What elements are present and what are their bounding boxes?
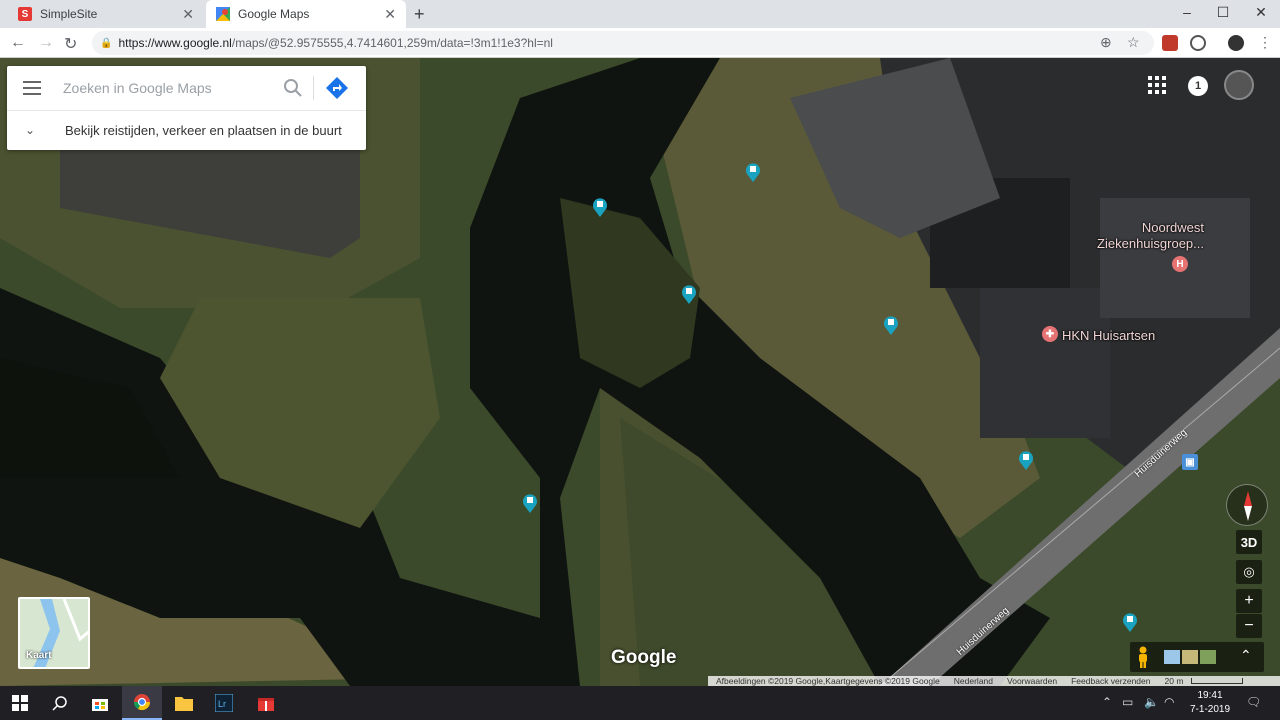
url-path: /maps/@52.9575555,4.7414601,259m/data=!3… xyxy=(231,36,553,50)
tab-simplesite[interactable]: S SimpleSite ✕ xyxy=(8,0,204,28)
chevron-down-icon[interactable]: ⌄ xyxy=(25,123,35,137)
folder-icon xyxy=(175,697,193,711)
close-window-button[interactable]: ✕ xyxy=(1246,4,1276,21)
pegman-icon[interactable] xyxy=(1136,646,1150,668)
search-panel: ⌄ Bekijk reistijden, verkeer en plaatsen… xyxy=(7,66,366,150)
google-logo: Google xyxy=(611,647,677,668)
tab-strip: S SimpleSite ✕ Google Maps ✕ + – ☐ ✕ xyxy=(0,0,1280,28)
map-pin-icon[interactable] xyxy=(522,493,538,513)
nearby-row[interactable]: ⌄ Bekijk reistijden, verkeer en plaatsen… xyxy=(7,110,366,150)
clock-time: 19:41 xyxy=(1197,690,1223,701)
explorer-button[interactable] xyxy=(164,686,204,720)
close-tab-icon[interactable]: ✕ xyxy=(182,6,194,23)
terms-link[interactable]: Voorwaarden xyxy=(1007,676,1057,686)
bus-stop-icon[interactable]: ▣ xyxy=(1182,454,1198,470)
back-icon[interactable]: ← xyxy=(10,34,26,52)
tray-chevron-icon[interactable]: ⌃ xyxy=(1102,695,1112,709)
menu-icon[interactable] xyxy=(23,81,41,95)
taskbar-search-button[interactable] xyxy=(40,686,80,720)
action-center-icon[interactable]: 🗨 xyxy=(1246,695,1261,709)
feedback-link[interactable]: Feedback verzenden xyxy=(1071,676,1150,686)
pdf-extension-icon[interactable] xyxy=(1162,35,1178,51)
scale-label[interactable]: 20 m xyxy=(1165,676,1184,686)
chrome-icon xyxy=(133,694,151,711)
compass-icon[interactable] xyxy=(1226,484,1268,526)
place-label-hospital[interactable]: Noordwest Ziekenhuisgroep... xyxy=(1088,220,1204,252)
country-link[interactable]: Nederland xyxy=(954,676,993,686)
taskbar-clock[interactable]: 19:41 7-1-2019 xyxy=(1185,689,1235,717)
map-pin-icon[interactable] xyxy=(1018,450,1034,470)
search-input[interactable] xyxy=(63,78,273,98)
imagery-thumb-icon[interactable] xyxy=(1200,650,1216,664)
store-button[interactable] xyxy=(80,686,120,720)
clock-date: 7-1-2019 xyxy=(1189,704,1231,715)
wifi-icon[interactable]: ◠ xyxy=(1164,695,1174,709)
forward-icon[interactable]: → xyxy=(38,34,54,52)
bookmark-star-icon[interactable]: ☆ xyxy=(1127,34,1140,51)
svg-text:Lr: Lr xyxy=(218,699,226,709)
imagery-thumb-icon[interactable] xyxy=(1164,650,1180,664)
tab-google-maps[interactable]: Google Maps ✕ xyxy=(206,0,406,28)
map-pin-icon[interactable] xyxy=(745,162,761,182)
tilt-3d-button[interactable]: 3D xyxy=(1236,530,1262,554)
imagery-thumb-icon[interactable] xyxy=(1182,650,1198,664)
url-field[interactable]: 🔒 https://www.google.nl /maps/@52.957555… xyxy=(92,31,1154,55)
battery-icon[interactable]: ▭ xyxy=(1122,695,1133,709)
lightroom-icon: Lr xyxy=(215,694,233,712)
chrome-taskbar-button[interactable] xyxy=(122,686,162,720)
tab-title: SimpleSite xyxy=(40,7,98,21)
maps-favicon-icon xyxy=(216,7,230,21)
place-label-hkn[interactable]: HKN Huisartsen xyxy=(1062,328,1155,343)
windows-icon xyxy=(12,695,28,711)
map-canvas[interactable]: Noordwest Ziekenhuisgroep... H ✚ HKN Hui… xyxy=(0,58,1280,686)
zoom-in-button[interactable]: + xyxy=(1236,589,1262,613)
tab-title: Google Maps xyxy=(238,7,310,21)
map-pin-icon[interactable] xyxy=(1122,612,1138,632)
start-button[interactable] xyxy=(0,686,40,720)
simplesite-favicon-icon: S xyxy=(18,7,32,21)
map-pin-icon[interactable] xyxy=(681,284,697,304)
extension-icon[interactable] xyxy=(1190,35,1206,51)
gift-app-button[interactable] xyxy=(246,686,286,720)
medical-icon[interactable]: ✚ xyxy=(1042,326,1058,342)
map-footer: Afbeeldingen ©2019 Google,Kaartgegevens … xyxy=(708,676,1280,686)
maximize-button[interactable]: ☐ xyxy=(1208,4,1238,21)
attribution: Afbeeldingen ©2019 Google,Kaartgegevens … xyxy=(716,676,940,686)
account-avatar[interactable] xyxy=(1224,70,1254,100)
reload-icon[interactable]: ↻ xyxy=(64,34,77,54)
zoom-out-button[interactable]: − xyxy=(1236,614,1262,638)
satellite-imagery xyxy=(0,58,1280,686)
divider xyxy=(313,76,314,100)
store-icon xyxy=(92,699,108,711)
apps-grid-icon[interactable] xyxy=(1148,76,1166,94)
notifications-badge[interactable]: 1 xyxy=(1188,76,1208,96)
address-bar-row: ← → ↻ 🔒 https://www.google.nl /maps/@52.… xyxy=(0,28,1280,58)
lock-icon: 🔒 xyxy=(100,37,113,49)
layer-switcher[interactable]: Kaart xyxy=(18,597,90,669)
directions-icon[interactable] xyxy=(325,76,349,100)
expand-icon[interactable]: ⌃ xyxy=(1240,647,1252,664)
taskbar: Lr ⌃ ▭ 🔈 ◠ 19:41 7-1-2019 🗨 xyxy=(0,686,1280,720)
lightroom-button[interactable]: Lr xyxy=(204,686,244,720)
minimize-button[interactable]: – xyxy=(1172,4,1202,20)
search-icon[interactable] xyxy=(283,78,303,98)
hospital-icon[interactable]: H xyxy=(1172,256,1188,272)
profile-avatar[interactable] xyxy=(1228,35,1244,51)
volume-icon[interactable]: 🔈 xyxy=(1144,695,1159,709)
my-location-icon[interactable]: ◎ xyxy=(1236,560,1262,584)
zoom-icon[interactable]: ⊕ xyxy=(1100,34,1112,51)
pegman-bar: ⌃ xyxy=(1130,642,1264,672)
search-icon xyxy=(52,696,67,711)
map-pin-icon[interactable] xyxy=(592,197,608,217)
layer-switcher-label: Kaart xyxy=(26,650,52,661)
new-tab-button[interactable]: + xyxy=(414,4,425,25)
gift-icon xyxy=(258,698,274,711)
menu-dots-icon[interactable]: ⋮ xyxy=(1258,34,1272,51)
close-tab-icon[interactable]: ✕ xyxy=(384,6,396,23)
map-pin-icon[interactable] xyxy=(883,315,899,335)
url-host: https://www.google.nl xyxy=(118,36,232,50)
scale-bar xyxy=(1191,678,1244,684)
search-row xyxy=(7,66,366,110)
nearby-text[interactable]: Bekijk reistijden, verkeer en plaatsen i… xyxy=(65,123,342,138)
